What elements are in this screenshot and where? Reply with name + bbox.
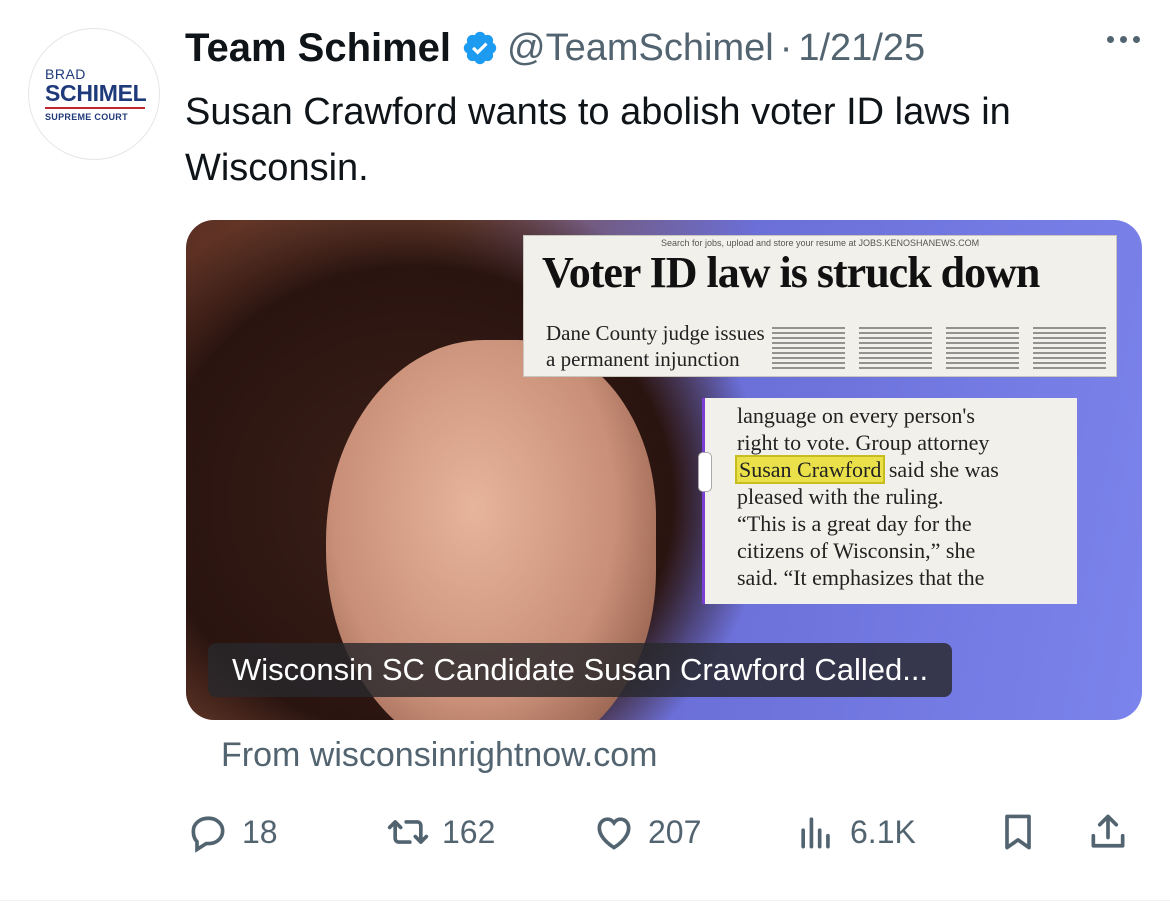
tweet-text: Susan Crawford wants to abolish voter ID… xyxy=(185,91,1011,189)
share-icon xyxy=(1091,814,1125,848)
clip-line-highlight: Susan Crawford said she was xyxy=(734,455,999,484)
bookmark-icon xyxy=(1005,814,1031,850)
avatar-schimel-text: SCHIMEL xyxy=(45,79,147,106)
newspaper-columns xyxy=(772,324,1106,372)
like-count: 207 xyxy=(648,813,702,850)
reply-button[interactable]: 18 xyxy=(186,808,278,856)
verified-badge-icon xyxy=(463,31,497,65)
newspaper-quote-clipping: language on every person's right to vote… xyxy=(702,398,1077,604)
clip-line: citizens of Wisconsin,” she xyxy=(737,538,976,563)
views-count: 6.1K xyxy=(850,813,916,850)
bookmark-button[interactable] xyxy=(996,808,1040,856)
tweet-header: Team Schimel @TeamSchimel · 1/21/25 xyxy=(185,24,925,72)
clip-line: “This is a great day for the xyxy=(737,511,972,536)
share-button[interactable] xyxy=(1086,808,1130,856)
avatar-divider xyxy=(45,106,145,109)
card-caption[interactable]: Wisconsin SC Candidate Susan Crawford Ca… xyxy=(208,643,953,697)
action-bar: 18 162 207 6.1K xyxy=(186,808,1136,856)
clip-handle xyxy=(698,452,712,492)
avatar-brad-text: BRAD xyxy=(45,65,86,82)
newspaper-strip: Search for jobs, upload and store your r… xyxy=(660,238,980,248)
author-handle[interactable]: @TeamSchimel xyxy=(507,27,774,70)
views-icon xyxy=(801,817,830,849)
newspaper-headline-clipping: Search for jobs, upload and store your r… xyxy=(524,236,1116,376)
more-icon[interactable] xyxy=(1107,36,1140,43)
separator-dot: · xyxy=(779,26,793,69)
like-button[interactable]: 207 xyxy=(592,808,701,856)
divider xyxy=(0,900,1170,901)
link-card[interactable]: Search for jobs, upload and store your r… xyxy=(186,220,1142,720)
heart-icon xyxy=(597,817,631,850)
repost-button[interactable]: 162 xyxy=(386,808,495,856)
avatar-court-text: SUPREME COURT xyxy=(45,111,128,122)
views-button[interactable]: 6.1K xyxy=(794,808,916,856)
newspaper-subhead: Dane County judge issues a permanent inj… xyxy=(546,321,765,371)
author-name[interactable]: Team Schimel xyxy=(185,26,451,71)
reply-icon xyxy=(191,816,225,853)
clip-line: said. “It emphasizes that the xyxy=(737,565,985,590)
avatar[interactable]: BRAD SCHIMEL SUPREME COURT xyxy=(28,28,160,160)
repost-icon xyxy=(387,820,429,844)
highlighted-name: Susan Crawford xyxy=(734,455,886,484)
clip-line: language on every person's xyxy=(737,403,975,428)
clip-line: right to vote. Group attorney xyxy=(737,430,990,455)
newspaper-headline: Voter ID law is struck down xyxy=(542,248,1040,297)
card-source[interactable]: From wisconsinrightnow.com xyxy=(221,736,657,775)
reply-count: 18 xyxy=(242,813,278,850)
repost-count: 162 xyxy=(442,813,496,850)
clip-line: pleased with the ruling. xyxy=(737,484,944,509)
tweet-date[interactable]: 1/21/25 xyxy=(798,27,925,70)
